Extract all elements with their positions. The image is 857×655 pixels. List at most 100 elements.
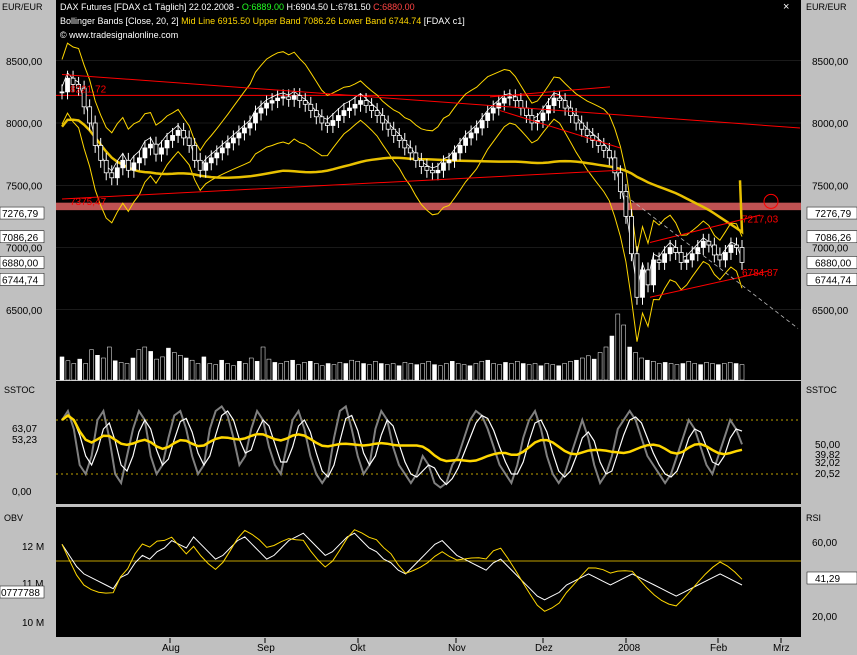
candle-body	[656, 259, 662, 263]
volume-bar	[130, 357, 136, 381]
candle-body	[728, 244, 734, 253]
volume-bar	[674, 364, 680, 381]
month-label: Nov	[448, 643, 466, 654]
volume-bar	[485, 359, 490, 381]
volume-bar	[520, 363, 526, 381]
volume-bar	[65, 360, 71, 381]
right-price-marker-label: 7276,79	[815, 209, 852, 220]
volume-bar	[609, 335, 615, 381]
volume-bar	[586, 355, 591, 381]
candle-body	[723, 252, 728, 261]
candle-body	[617, 172, 623, 192]
candle-body	[441, 162, 446, 171]
price-tick-right: 8500,00	[812, 57, 849, 68]
price-panel	[56, 0, 801, 380]
candle-body	[264, 102, 269, 109]
candle-body	[269, 100, 275, 104]
obv-tick: 12 M	[22, 542, 44, 553]
candle-body	[634, 253, 640, 298]
price-tick-right: 8000,00	[812, 119, 849, 130]
candle-body	[302, 100, 308, 105]
volume-bar	[284, 361, 289, 381]
volume-bar	[112, 360, 118, 381]
candle-body	[711, 244, 717, 256]
candle-body	[208, 157, 214, 164]
volume-bar	[651, 361, 656, 381]
volume-bar	[722, 363, 727, 381]
volume-bar	[101, 357, 106, 381]
candle-body	[131, 162, 137, 171]
volume-bar	[621, 324, 626, 381]
candle-body	[242, 127, 247, 134]
volume-bar	[450, 361, 455, 381]
candle-body	[103, 159, 109, 174]
candle-body	[225, 142, 231, 149]
candle-body	[739, 247, 745, 263]
candle-body	[507, 96, 513, 99]
volume-bar	[455, 363, 461, 381]
close-icon[interactable]: ×	[783, 1, 789, 13]
volume-bar	[633, 352, 638, 381]
volume-bar	[379, 363, 384, 381]
annotation-level_7375: 7375,47	[70, 197, 107, 208]
right-price-marker-label: 7086,26	[815, 233, 852, 244]
candle-body	[501, 97, 507, 104]
sstoc-tick-left: 63,07	[12, 424, 37, 435]
volume-bar	[615, 313, 621, 381]
candle-body	[87, 106, 93, 124]
candle-body	[573, 115, 579, 124]
candle-body	[540, 112, 546, 121]
volume-bar	[562, 363, 567, 381]
price-tick-right: 6500,00	[812, 306, 849, 317]
volume-bar	[414, 364, 420, 381]
volume-bar	[331, 364, 337, 381]
candle-body	[297, 95, 303, 101]
candle-body	[629, 215, 634, 255]
candle-body	[347, 107, 352, 111]
chart-canvas: DAX Futures [FDAX c1 Täglich] 22.02.2008…	[0, 0, 857, 655]
candle-body	[662, 253, 668, 263]
candle-body	[65, 77, 70, 93]
volume-bar	[408, 363, 414, 381]
candle-body	[645, 269, 651, 286]
right-unit-label: EUR/EUR	[806, 2, 847, 12]
sstoc-right-label: SSTOC	[806, 385, 837, 395]
volume-bar	[154, 358, 159, 381]
candle-body	[164, 140, 170, 149]
volume-bar	[426, 361, 431, 381]
price-tick-left: 6500,00	[6, 306, 43, 317]
volume-bar	[627, 346, 632, 381]
volume-bar	[254, 361, 260, 381]
bollinger-symbol: [FDAX c1]	[424, 16, 465, 26]
candle-body	[186, 137, 192, 146]
volume-bar	[296, 364, 301, 381]
close-value: C:6880.00	[373, 2, 415, 12]
candle-body	[341, 110, 347, 116]
volume-bar	[473, 363, 479, 381]
candle-body	[623, 191, 629, 217]
candle-body	[673, 247, 679, 253]
volume-bar	[260, 346, 266, 381]
volume-bar	[544, 363, 550, 381]
sstoc-tick-left: 0,00	[12, 487, 32, 498]
left-price-marker-label: 7276,79	[2, 209, 39, 220]
candle-body	[286, 96, 292, 100]
candle-body	[330, 120, 336, 126]
bollinger-values: Mid Line 6915.50 Upper Band 7086.26 Lowe…	[181, 16, 421, 26]
volume-bar	[396, 365, 402, 381]
volume-bar	[420, 363, 425, 381]
candle-body	[319, 116, 325, 124]
volume-bar	[266, 358, 272, 381]
volume-bar	[225, 363, 230, 381]
sstoc-left-label: SSTOC	[4, 385, 35, 395]
volume-bar	[432, 364, 437, 381]
volume-bar	[361, 363, 366, 381]
volume-bar	[467, 365, 473, 381]
volume-bar	[77, 358, 82, 381]
volume-bar	[438, 365, 443, 381]
candle-body	[529, 115, 535, 124]
candle-body	[557, 97, 562, 101]
bollinger-name: Bollinger Bands [Close, 20, 2]	[60, 16, 179, 26]
candle-body	[551, 97, 557, 106]
candle-body	[689, 253, 695, 261]
